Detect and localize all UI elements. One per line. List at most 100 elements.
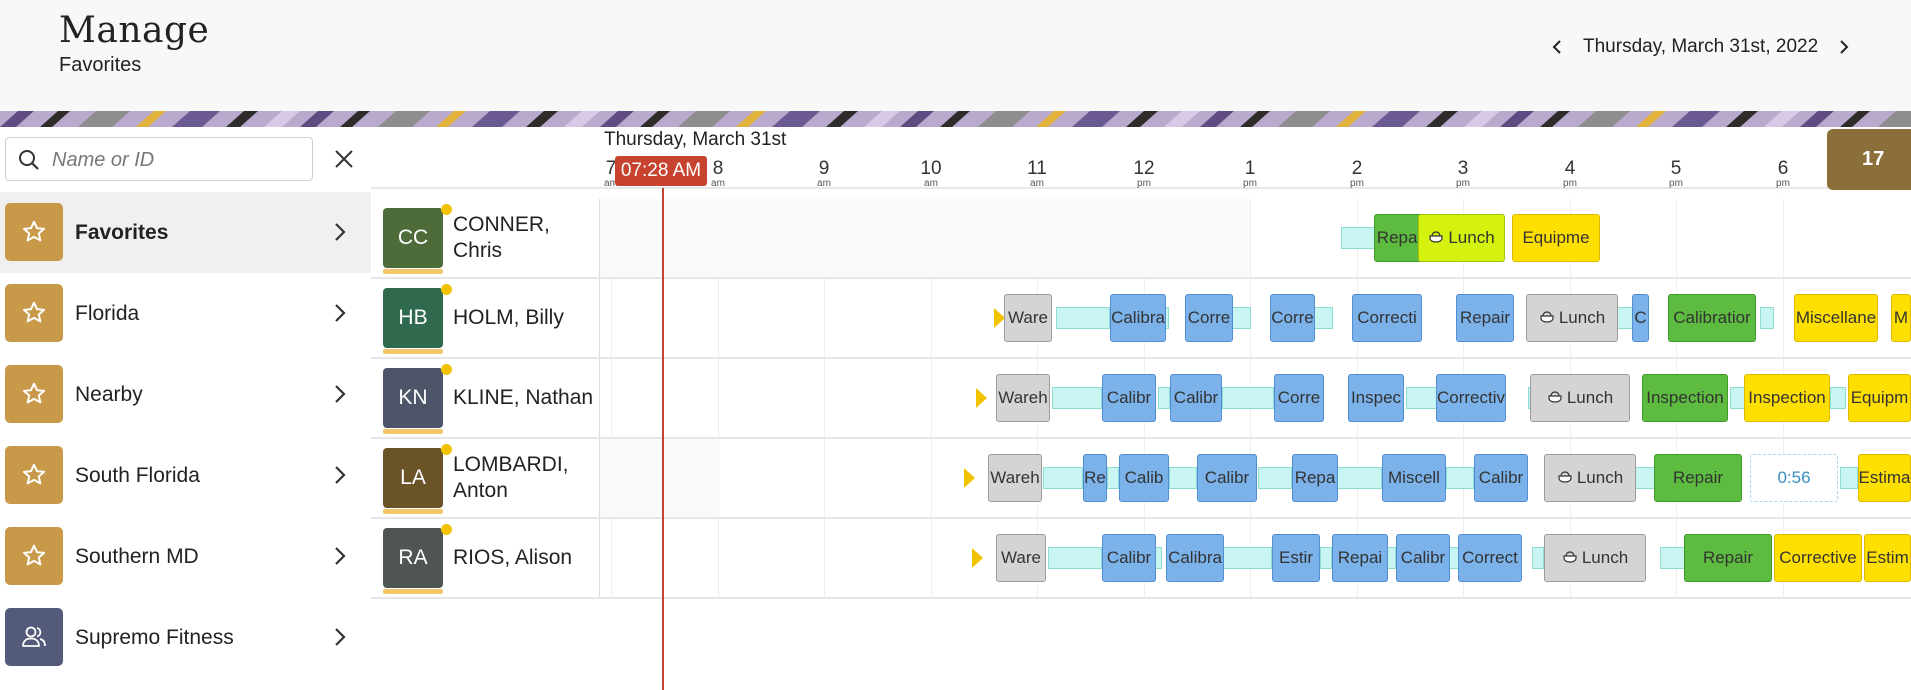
job-block[interactable]: Ware [1004,294,1052,342]
group-item-supremo-fitness[interactable]: Supremo Fitness [0,597,371,678]
job-block[interactable]: Inspection [1744,374,1830,422]
group-item-favorites[interactable]: Favorites [0,192,371,273]
job-block[interactable]: C [1632,294,1649,342]
job-block[interactable]: Inspection [1642,374,1728,422]
job-label: Estir [1279,548,1313,567]
job-block[interactable]: Lunch [1418,214,1505,262]
group-item-nearby[interactable]: Nearby [0,354,371,435]
tick-ampm: pm [1456,178,1470,189]
pot-icon [1562,548,1578,569]
hour-gridline [1676,199,1677,277]
job-label: Lunch [1558,308,1606,327]
time-tick: 10 am [906,159,956,189]
technician-info[interactable]: HB HOLM, Billy [371,279,599,357]
technician-name: HOLM, Billy [453,305,564,329]
technician-row[interactable]: KN KLINE, Nathan Wareh Calibr Calibr Corre Ins… [371,359,1911,439]
job-block[interactable]: Wareh [996,374,1050,422]
job-block[interactable]: Correcti [1352,294,1422,342]
technician-row[interactable]: CC CONNER, Chris Repai Lunch Equipme [371,199,1911,279]
job-label: Equipme [1522,228,1590,247]
group-item-florida[interactable]: Florida [0,273,371,354]
job-block[interactable]: Correct [1458,534,1522,582]
search-input[interactable] [50,144,309,176]
job-block[interactable]: Estima [1858,454,1911,502]
avatar: KN [383,368,443,428]
job-block[interactable]: Calibra [1110,294,1166,342]
job-block[interactable]: Equipme [1512,214,1600,262]
tick-hour: 11 [1027,158,1047,179]
job-block[interactable]: Calibratior [1668,294,1756,342]
job-block[interactable]: Repa [1292,454,1338,502]
job-block[interactable]: Corre [1185,294,1233,342]
job-block[interactable]: Equipm [1848,374,1911,422]
job-block[interactable]: Corre [1270,294,1315,342]
tick-hour: 5 [1670,158,1682,179]
job-block[interactable]: Re [1083,454,1107,502]
job-block[interactable]: Estir [1272,534,1320,582]
job-label: Ware [1008,308,1048,327]
group-item-south-florida[interactable]: South Florida [0,435,371,516]
job-block[interactable]: Calibr [1102,374,1156,422]
chevron-right-icon [335,628,346,646]
close-icon [335,150,353,168]
job-block[interactable]: Repair [1654,454,1742,502]
technician-row[interactable]: RA RIOS, Alison Ware Calibr Calibra Estir Repa… [371,519,1911,599]
job-block[interactable]: Miscellane [1794,294,1878,342]
job-block[interactable]: Inspec [1348,374,1404,422]
next-day-button[interactable] [1832,30,1856,64]
job-block[interactable]: Repair [1456,294,1514,342]
job-block[interactable]: Lunch [1530,374,1630,422]
job-block[interactable]: Calibra [1166,534,1224,582]
job-block[interactable]: M [1891,294,1911,342]
job-block[interactable]: Repair [1684,534,1772,582]
job-block[interactable]: Calibr [1396,534,1450,582]
job-count-badge[interactable]: 17 [1827,129,1911,190]
technician-info[interactable]: RA RIOS, Alison [371,519,599,597]
job-label: Repai [1337,548,1383,567]
job-block[interactable]: Corre [1274,374,1324,422]
hour-gridline [1783,199,1784,277]
technician-info[interactable]: LA LOMBARDI, Anton [371,439,599,517]
clear-search-button[interactable] [328,143,360,175]
schedule-lane: Ware Calibra Corre Corre Correcti Repair Lunch… [600,279,1911,357]
job-block[interactable]: Calibr [1170,374,1222,422]
time-tick: 3 pm [1438,159,1488,189]
avatar-status-bar [383,429,443,434]
idle-gap[interactable]: 0:56 [1750,454,1838,502]
job-block[interactable]: Lunch [1526,294,1618,342]
job-block[interactable]: Calibr [1197,454,1257,502]
group-item-southern-md[interactable]: Southern MD [0,516,371,597]
job-block[interactable]: Correctiv [1436,374,1506,422]
job-block[interactable]: Repai [1374,214,1424,262]
job-block[interactable]: Calibr [1474,454,1528,502]
technician-info[interactable]: KN KLINE, Nathan [371,359,599,437]
avatar-initials: RA [398,546,428,569]
job-label: Calibr [1106,388,1152,407]
job-block[interactable]: Lunch [1544,534,1646,582]
job-block[interactable]: Miscell [1382,454,1446,502]
status-dot [441,364,452,375]
job-block[interactable]: Corrective [1774,534,1862,582]
previous-day-button[interactable] [1545,30,1569,64]
job-label: 0:56 [1777,468,1811,487]
avatar-initials: HB [398,306,428,329]
hour-gridline [931,359,932,437]
technician-info[interactable]: CC CONNER, Chris [371,199,599,277]
job-block[interactable]: Lunch [1544,454,1636,502]
shift-start-marker [964,468,975,488]
job-label: Calibr [1400,548,1446,567]
hour-gridline [931,439,932,517]
job-block[interactable]: Calibr [1102,534,1156,582]
technician-row[interactable]: HB HOLM, Billy Ware Calibra Corre Corre Correc… [371,279,1911,359]
job-block[interactable]: Calib [1119,454,1169,502]
status-dot [441,204,452,215]
technician-row[interactable]: LA LOMBARDI, Anton Wareh Re Calib Calibr Repa M… [371,439,1911,519]
tick-ampm: am [1030,178,1044,189]
job-block[interactable]: Repai [1332,534,1388,582]
hour-gridline [1783,279,1784,357]
job-block[interactable]: Estim [1864,534,1911,582]
job-block[interactable]: Wareh [988,454,1042,502]
travel-segment [1341,227,1377,249]
job-label: Inspection [1646,388,1724,407]
job-block[interactable]: Ware [996,534,1046,582]
